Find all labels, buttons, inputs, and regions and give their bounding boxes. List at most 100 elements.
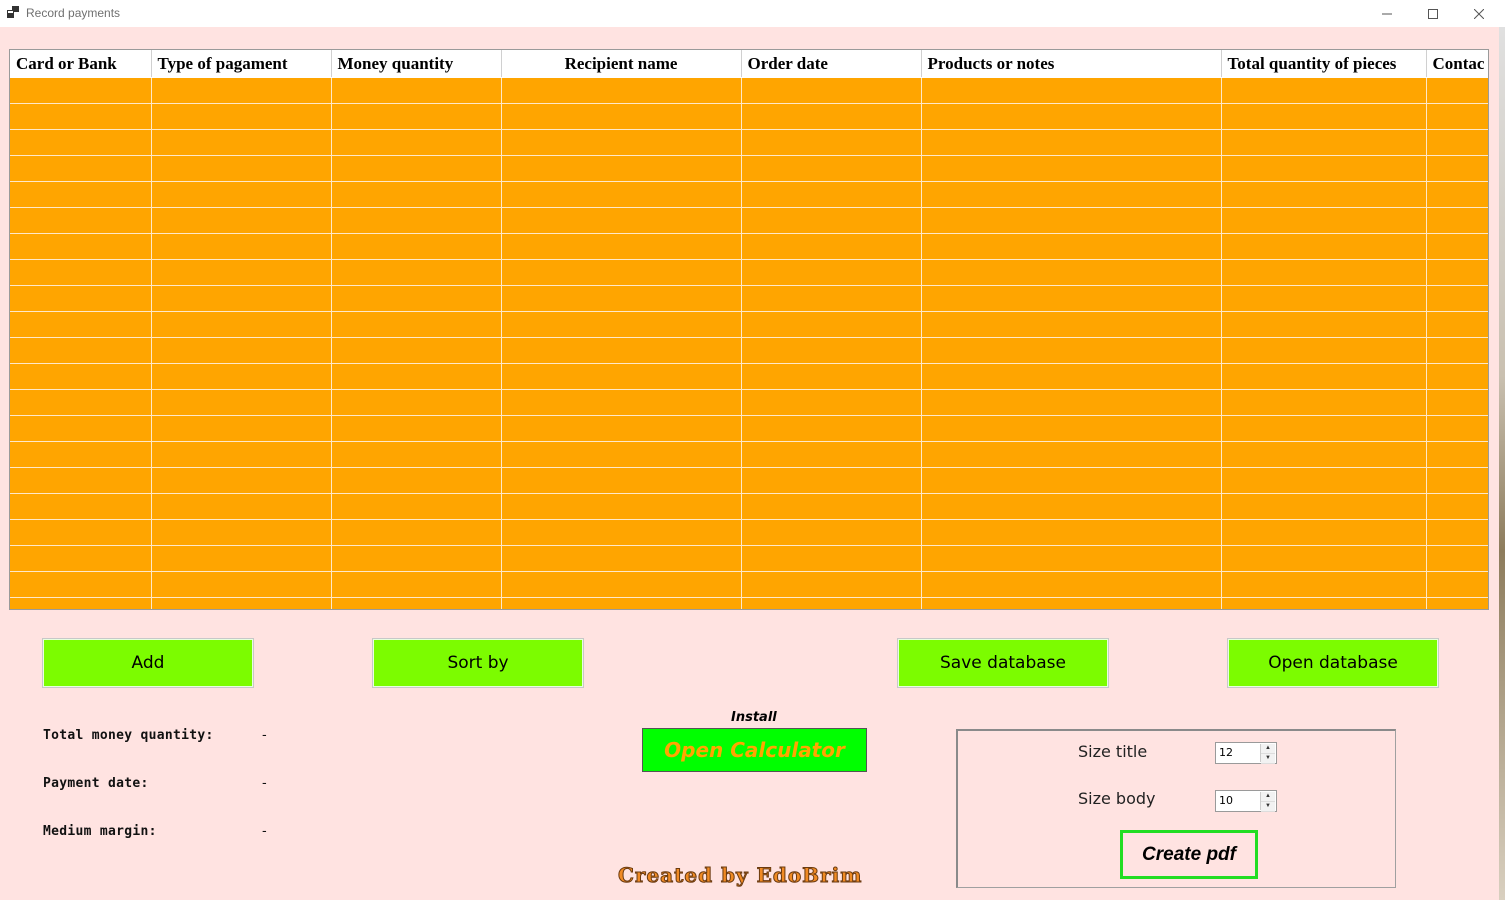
table-cell[interactable]	[1426, 545, 1488, 572]
column-header-money-quantity[interactable]: Money quantity	[331, 50, 502, 78]
table-cell[interactable]	[1221, 389, 1427, 416]
table-cell[interactable]	[331, 467, 502, 494]
table-row[interactable]	[10, 441, 1488, 468]
table-cell[interactable]	[741, 103, 922, 130]
table-row[interactable]	[10, 129, 1488, 156]
column-header-total-quantity-of-pieces[interactable]: Total quantity of pieces	[1221, 50, 1427, 78]
table-cell[interactable]	[501, 129, 742, 156]
table-cell[interactable]	[741, 129, 922, 156]
table-row[interactable]	[10, 311, 1488, 338]
table-cell[interactable]	[1221, 493, 1427, 520]
table-cell[interactable]	[331, 103, 502, 130]
column-header-order-date[interactable]: Order date	[741, 50, 922, 78]
column-header-products-or-notes[interactable]: Products or notes	[921, 50, 1222, 78]
table-cell[interactable]	[921, 259, 1222, 286]
table-cell[interactable]	[1221, 129, 1427, 156]
table-cell[interactable]	[151, 389, 332, 416]
table-cell[interactable]	[921, 415, 1222, 442]
table-cell[interactable]	[1426, 571, 1488, 598]
table-cell[interactable]	[1221, 467, 1427, 494]
table-cell[interactable]	[501, 77, 742, 104]
table-cell[interactable]	[1426, 285, 1488, 312]
table-cell[interactable]	[151, 285, 332, 312]
table-cell[interactable]	[1426, 493, 1488, 520]
table-row[interactable]	[10, 597, 1488, 609]
table-cell[interactable]	[501, 571, 742, 598]
table-cell[interactable]	[151, 181, 332, 208]
table-cell[interactable]	[741, 519, 922, 546]
table-cell[interactable]	[921, 129, 1222, 156]
table-cell[interactable]	[1221, 233, 1427, 260]
table-cell[interactable]	[501, 519, 742, 546]
table-cell[interactable]	[10, 467, 152, 494]
table-cell[interactable]	[1221, 77, 1427, 104]
table-cell[interactable]	[921, 155, 1222, 182]
table-cell[interactable]	[741, 207, 922, 234]
arrow-up-icon[interactable]: ▲	[1261, 744, 1275, 754]
table-row[interactable]	[10, 467, 1488, 494]
table-cell[interactable]	[151, 155, 332, 182]
table-cell[interactable]	[151, 571, 332, 598]
table-row[interactable]	[10, 571, 1488, 598]
table-cell[interactable]	[1426, 233, 1488, 260]
table-cell[interactable]	[151, 493, 332, 520]
column-header-recipient-name[interactable]: Recipient name	[501, 50, 742, 78]
table-cell[interactable]	[331, 311, 502, 338]
table-row[interactable]	[10, 493, 1488, 520]
table-cell[interactable]	[921, 207, 1222, 234]
table-cell[interactable]	[10, 519, 152, 546]
table-cell[interactable]	[331, 545, 502, 572]
table-cell[interactable]	[921, 103, 1222, 130]
table-cell[interactable]	[921, 363, 1222, 390]
table-cell[interactable]	[151, 259, 332, 286]
table-cell[interactable]	[501, 181, 742, 208]
table-row[interactable]	[10, 363, 1488, 390]
table-cell[interactable]	[10, 311, 152, 338]
table-cell[interactable]	[331, 363, 502, 390]
table-cell[interactable]	[331, 77, 502, 104]
table-cell[interactable]	[501, 545, 742, 572]
table-cell[interactable]	[1426, 259, 1488, 286]
table-cell[interactable]	[1221, 207, 1427, 234]
table-cell[interactable]	[1426, 155, 1488, 182]
table-cell[interactable]	[921, 597, 1222, 609]
arrow-down-icon[interactable]: ▼	[1261, 802, 1275, 812]
table-cell[interactable]	[501, 363, 742, 390]
table-cell[interactable]	[10, 441, 152, 468]
table-cell[interactable]	[10, 493, 152, 520]
table-cell[interactable]	[741, 441, 922, 468]
table-cell[interactable]	[741, 259, 922, 286]
table-cell[interactable]	[331, 389, 502, 416]
table-cell[interactable]	[921, 441, 1222, 468]
table-cell[interactable]	[151, 597, 332, 609]
table-cell[interactable]	[741, 363, 922, 390]
table-cell[interactable]	[1221, 259, 1427, 286]
table-cell[interactable]	[1221, 363, 1427, 390]
table-cell[interactable]	[1426, 441, 1488, 468]
table-cell[interactable]	[1221, 415, 1427, 442]
table-cell[interactable]	[151, 415, 332, 442]
table-cell[interactable]	[501, 441, 742, 468]
table-cell[interactable]	[331, 207, 502, 234]
table-cell[interactable]	[151, 337, 332, 364]
table-cell[interactable]	[501, 337, 742, 364]
table-cell[interactable]	[10, 77, 152, 104]
table-cell[interactable]	[741, 155, 922, 182]
table-cell[interactable]	[331, 519, 502, 546]
table-cell[interactable]	[331, 415, 502, 442]
table-cell[interactable]	[501, 493, 742, 520]
table-cell[interactable]	[1221, 181, 1427, 208]
table-cell[interactable]	[501, 311, 742, 338]
table-cell[interactable]	[10, 259, 152, 286]
table-cell[interactable]	[741, 77, 922, 104]
table-cell[interactable]	[741, 181, 922, 208]
table-cell[interactable]	[331, 129, 502, 156]
table-cell[interactable]	[10, 233, 152, 260]
table-cell[interactable]	[331, 441, 502, 468]
table-cell[interactable]	[501, 467, 742, 494]
table-cell[interactable]	[151, 467, 332, 494]
table-cell[interactable]	[741, 311, 922, 338]
table-cell[interactable]	[331, 597, 502, 609]
payments-table[interactable]: Card or Bank Type of pagament Money quan…	[9, 49, 1489, 610]
table-cell[interactable]	[501, 103, 742, 130]
